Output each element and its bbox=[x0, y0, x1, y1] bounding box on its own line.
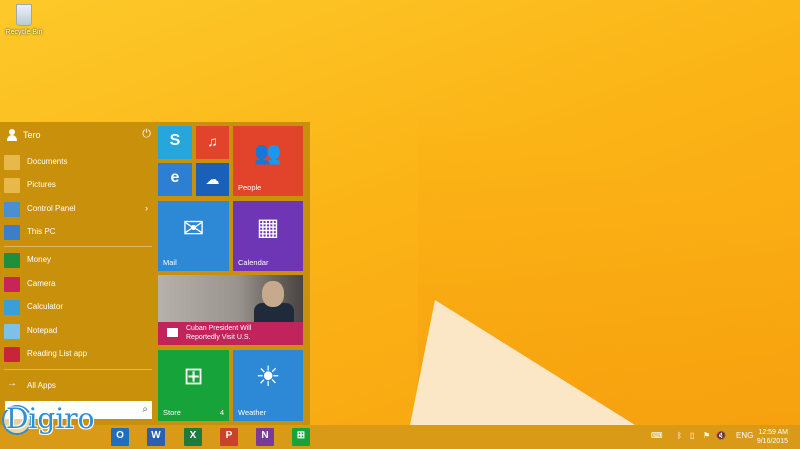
bluetooth-icon[interactable]: ᛒ bbox=[677, 431, 682, 440]
start-app-money[interactable]: Money bbox=[4, 252, 152, 268]
excel-icon: X bbox=[189, 430, 197, 441]
tile-label: People bbox=[238, 183, 262, 192]
tile-store[interactable]: ⊞ Store 4 bbox=[158, 350, 229, 421]
taskbar-store[interactable]: ⊞ bbox=[292, 428, 310, 446]
language-indicator[interactable]: ENG bbox=[736, 431, 753, 440]
people-icon: 👥 bbox=[254, 140, 282, 165]
start-item-this-pc[interactable]: This PC bbox=[4, 224, 152, 240]
store-icon: ⊞ bbox=[296, 430, 306, 441]
control-panel-icon bbox=[4, 202, 20, 217]
internet-explorer-icon: e bbox=[170, 169, 180, 186]
tile-label: Mail bbox=[163, 258, 177, 267]
clock[interactable]: 12:59 AM 9/16/2015 bbox=[757, 428, 788, 446]
reading-list-icon bbox=[4, 347, 20, 362]
recycle-bin-label: Recycle Bin bbox=[5, 29, 43, 36]
taskbar-onenote[interactable]: N bbox=[256, 428, 274, 446]
taskbar-outlook[interactable]: O bbox=[111, 428, 129, 446]
start-item-label: Control Panel bbox=[27, 204, 76, 213]
tile-news[interactable]: Cuban President Will Reportedly Visit U.… bbox=[158, 275, 303, 345]
clock-time: 12:59 AM bbox=[758, 429, 788, 436]
word-icon: W bbox=[151, 430, 161, 441]
start-app-label: Money bbox=[27, 255, 52, 264]
start-app-label: Camera bbox=[27, 279, 56, 288]
keyboard-icon[interactable]: ⌨ bbox=[651, 431, 663, 440]
calendar-icon: ▦ bbox=[256, 214, 280, 241]
skype-icon: S bbox=[169, 132, 181, 149]
news-headline: Cuban President Will Reportedly Visit U.… bbox=[186, 324, 251, 342]
taskbar: O W X P N ⊞ ⌨ ᛒ ▯ ⚑ 🔇 ENG 12:59 AM 9/16/… bbox=[0, 425, 800, 449]
start-item-label: Pictures bbox=[27, 180, 56, 189]
start-app-calculator[interactable]: Calculator bbox=[4, 299, 152, 315]
taskbar-powerpoint[interactable]: P bbox=[220, 428, 238, 446]
tile-label: Weather bbox=[238, 408, 267, 417]
news-caption: Cuban President Will Reportedly Visit U.… bbox=[158, 322, 303, 345]
clock-date: 9/16/2015 bbox=[756, 438, 788, 445]
recycle-bin[interactable]: Recycle Bin bbox=[4, 4, 44, 36]
computer-icon bbox=[4, 225, 20, 240]
camera-icon bbox=[4, 277, 20, 292]
money-icon bbox=[4, 253, 20, 268]
all-apps-button[interactable]: → All Apps bbox=[4, 378, 152, 394]
start-app-label: Calculator bbox=[27, 302, 64, 311]
tile-people[interactable]: 👥 People bbox=[233, 126, 303, 196]
folder-icon bbox=[4, 155, 20, 170]
start-menu: Tero ⏻ Documents Pictures Control Panel … bbox=[0, 122, 310, 425]
news-icon bbox=[167, 328, 178, 337]
divider bbox=[4, 369, 152, 370]
flag-icon[interactable]: ⚑ bbox=[703, 431, 710, 440]
news-headline-line1: Cuban President Will bbox=[186, 325, 252, 332]
folder-icon bbox=[4, 178, 20, 193]
watermark: Digiro bbox=[6, 402, 95, 435]
sun-icon: ☀ bbox=[255, 361, 281, 392]
tile-onedrive[interactable]: ☁ bbox=[196, 163, 229, 196]
tile-calendar[interactable]: ▦ Calendar bbox=[233, 201, 303, 271]
taskbar-word[interactable]: W bbox=[147, 428, 165, 446]
arrow-right-icon: → bbox=[7, 378, 17, 389]
start-item-label: Documents bbox=[27, 157, 68, 166]
start-item-control-panel[interactable]: Control Panel › bbox=[4, 201, 152, 217]
start-item-label: This PC bbox=[27, 227, 56, 236]
tile-label: Store bbox=[163, 408, 181, 417]
user-name: Tero bbox=[23, 130, 41, 140]
taskbar-excel[interactable]: X bbox=[184, 428, 202, 446]
headphones-icon: ♫ bbox=[207, 133, 218, 149]
start-left-pane: Tero ⏻ Documents Pictures Control Panel … bbox=[0, 122, 152, 425]
search-icon[interactable]: ⌕ bbox=[142, 404, 148, 415]
outlook-icon: O bbox=[116, 430, 124, 441]
news-headline-line2: Reportedly Visit U.S. bbox=[186, 334, 251, 341]
all-apps-label: All Apps bbox=[27, 381, 56, 390]
store-badge: 4 bbox=[219, 408, 224, 417]
divider bbox=[4, 246, 152, 247]
start-app-label: Notepad bbox=[27, 326, 58, 335]
powerpoint-icon: P bbox=[225, 430, 233, 441]
volume-icon[interactable]: 🔇 bbox=[716, 431, 726, 440]
user-account[interactable]: Tero ⏻ bbox=[5, 128, 151, 142]
news-photo bbox=[158, 275, 303, 322]
start-item-documents[interactable]: Documents bbox=[4, 154, 152, 170]
onenote-icon: N bbox=[261, 430, 269, 441]
news-photo-face bbox=[262, 281, 284, 307]
chevron-right-icon[interactable]: › bbox=[145, 203, 148, 213]
start-app-notepad[interactable]: Notepad bbox=[4, 323, 152, 339]
store-bag-icon: ⊞ bbox=[183, 363, 204, 390]
user-icon bbox=[6, 129, 18, 141]
tile-skype[interactable]: S bbox=[158, 126, 192, 159]
recycle-bin-icon bbox=[16, 4, 32, 26]
start-app-label: Reading List app bbox=[27, 349, 88, 358]
start-app-camera[interactable]: Camera bbox=[4, 276, 152, 292]
mail-icon: ✉ bbox=[182, 213, 205, 243]
tile-mail[interactable]: ✉ Mail bbox=[158, 201, 229, 271]
tile-weather[interactable]: ☀ Weather bbox=[233, 350, 303, 421]
tile-music[interactable]: ♫ bbox=[196, 126, 229, 159]
calculator-icon bbox=[4, 300, 20, 315]
tile-label: Calendar bbox=[238, 258, 269, 267]
tile-internet-explorer[interactable]: e bbox=[158, 163, 192, 196]
power-icon[interactable]: ⏻ bbox=[142, 128, 151, 141]
onedrive-icon: ☁ bbox=[205, 171, 220, 187]
battery-icon[interactable]: ▯ bbox=[690, 431, 694, 440]
start-app-reading-list[interactable]: Reading List app bbox=[4, 346, 152, 362]
notepad-icon bbox=[4, 324, 20, 339]
start-item-pictures[interactable]: Pictures bbox=[4, 177, 152, 193]
